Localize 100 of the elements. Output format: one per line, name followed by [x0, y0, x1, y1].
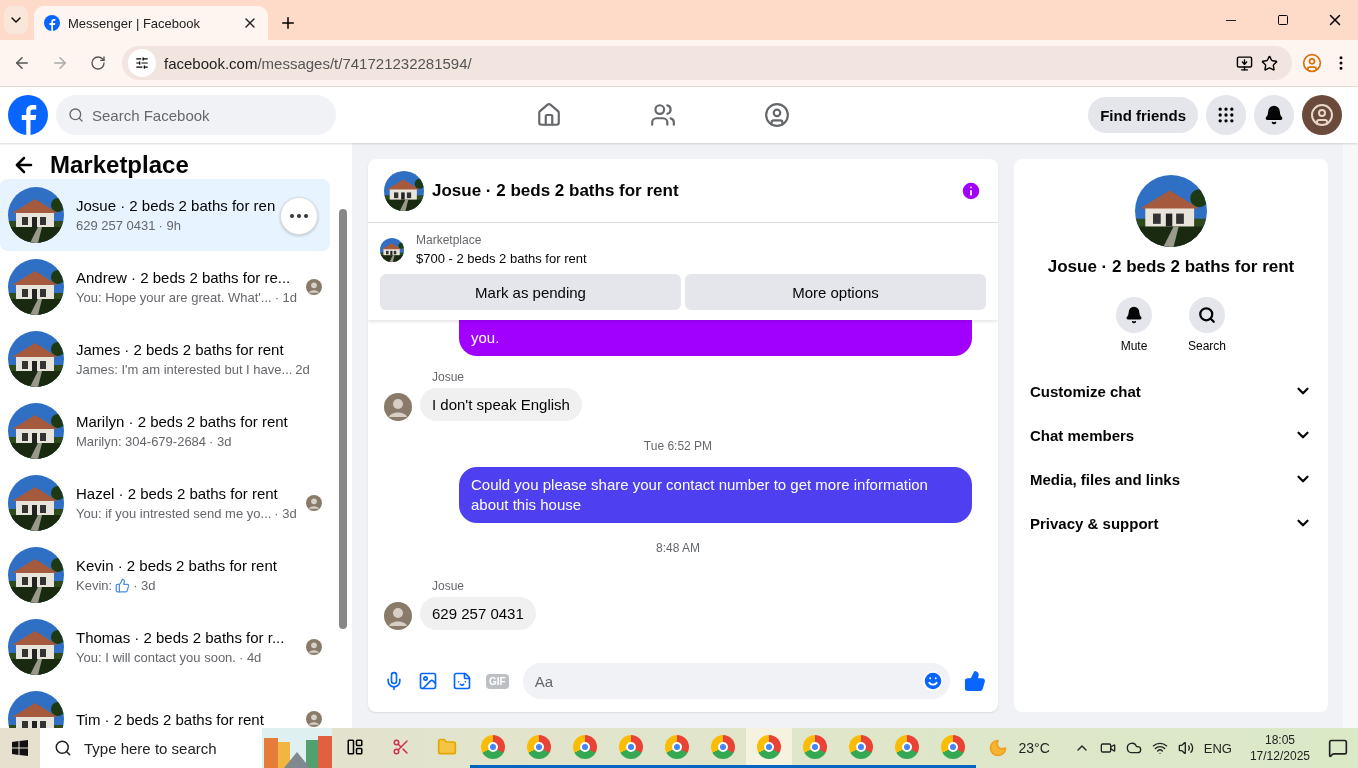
action-label: Mute	[1120, 339, 1148, 353]
details-title: Josue · 2 beds 2 baths for rent	[1047, 257, 1295, 277]
notifications-button[interactable]	[1254, 95, 1294, 135]
message-field[interactable]: Aa	[522, 663, 950, 699]
menu-button[interactable]	[1206, 95, 1246, 135]
message-time: · 9h	[158, 218, 181, 233]
folder-icon	[437, 736, 457, 757]
avatar-icon	[384, 602, 412, 630]
message-time: 2d	[295, 362, 310, 377]
like-icon[interactable]	[964, 670, 986, 692]
sender-name: Josue	[432, 579, 466, 593]
conversation-name: James · 2 beds 2 baths for rent	[76, 341, 285, 358]
taskbar-search-field[interactable]: Type here to search	[40, 728, 332, 768]
reload-icon	[90, 55, 106, 71]
facebook-logo[interactable]	[8, 95, 48, 135]
browser-icon	[941, 734, 965, 759]
message-preview: Marilyn: 304-679-2684	[76, 434, 207, 449]
message-preview: Kevin:	[76, 578, 113, 593]
listing-action-button[interactable]: More options	[685, 274, 986, 310]
facebook-icon	[44, 15, 60, 31]
wifi-icon[interactable]	[1151, 740, 1168, 756]
sent-message: you.	[459, 320, 972, 356]
browser-icon	[757, 734, 781, 759]
timestamp: 8:48 AM	[656, 541, 700, 555]
details-section[interactable]: Media, files and links	[1030, 457, 1312, 501]
more-button[interactable]	[280, 197, 318, 235]
details-section[interactable]: Customize chat	[1030, 369, 1312, 413]
message-preview: You: Hope your are great. What'...	[76, 290, 272, 305]
message-time: · 3d	[274, 506, 297, 521]
conversation-item[interactable]: Hazel · 2 beds 2 baths for rent You: if you intrested send me yo... · 3d	[0, 467, 330, 539]
volume-icon[interactable]	[1177, 740, 1194, 756]
timestamp: Tue 6:52 PM	[643, 439, 713, 453]
conversation-item[interactable]: Kevin · 2 beds 2 baths for rent Kevin: · 3d	[0, 539, 330, 611]
photo-icon[interactable]	[418, 671, 438, 691]
tab-title: Messenger | Facebook	[68, 15, 201, 31]
listing-title: $700 - 2 beds 2 baths for rent	[416, 251, 587, 266]
sent-message: Could you please share your contact number to get more information about this house	[459, 467, 972, 523]
action-label: Search	[1188, 339, 1226, 353]
mute-button[interactable]	[1116, 297, 1152, 333]
search-icon	[54, 739, 72, 757]
browser-tab[interactable]: Messenger | Facebook	[34, 6, 268, 40]
friends-icon[interactable]	[650, 102, 676, 128]
browser-icon	[527, 734, 551, 759]
microphone-icon[interactable]	[384, 671, 404, 691]
received-message: 629 257 0431	[420, 597, 536, 630]
find-friends-button[interactable]: Find friends	[1088, 97, 1198, 133]
browser-icon	[895, 734, 919, 759]
message-preview: 629 257 0431	[76, 218, 156, 233]
back-icon	[13, 54, 31, 72]
info-icon[interactable]	[960, 179, 982, 202]
conversation-item[interactable]: Josue · 2 beds 2 baths for ren 629 257 0431 · 9h	[0, 179, 330, 251]
listing-action-button[interactable]: Mark as pending	[380, 274, 681, 310]
conversation-name: Marilyn · 2 beds 2 baths for rent	[76, 413, 289, 430]
details-section[interactable]: Privacy & support	[1030, 501, 1312, 545]
bookmark-star-icon[interactable]	[1261, 54, 1278, 72]
message-preview: You: if you intrested send me yo...	[76, 506, 272, 521]
groups-icon[interactable]	[764, 102, 790, 128]
camera-icon[interactable]	[1099, 740, 1116, 756]
temperature: 23°C	[1018, 740, 1050, 756]
profile-icon[interactable]	[1302, 53, 1322, 73]
details-section[interactable]: Chat members	[1030, 413, 1312, 457]
conversation-name: Josue · 2 beds 2 baths for ren	[76, 197, 277, 214]
cloud-icon[interactable]	[1125, 740, 1142, 756]
conversation-name: Andrew · 2 beds 2 baths for re...	[76, 269, 292, 286]
search-field[interactable]: Search Facebook	[56, 95, 336, 135]
message-time: · 4d	[238, 650, 262, 665]
scrollbar-thumb[interactable]	[339, 209, 347, 629]
search-button[interactable]	[1189, 297, 1225, 333]
notifications-icon[interactable]	[1328, 738, 1348, 758]
minimize-icon	[1226, 19, 1236, 21]
browser-icon	[619, 734, 643, 759]
emoji-icon[interactable]	[922, 670, 944, 692]
maximize-icon	[1277, 14, 1289, 26]
account-button[interactable]	[1302, 95, 1342, 135]
browser-taskbar-button[interactable]	[746, 728, 792, 768]
listing-label: Marketplace	[416, 233, 483, 247]
browser-icon	[573, 734, 597, 759]
conversation-item[interactable]: Thomas · 2 beds 2 baths for r... You: I will contact you soon. · 4d	[0, 611, 330, 683]
forward-icon	[51, 54, 69, 72]
conversation-name: Hazel · 2 beds 2 baths for rent	[76, 485, 279, 502]
conversation-item[interactable]: Marilyn · 2 beds 2 baths for rent Marilyn: 304-679-2684 · 3d	[0, 395, 330, 467]
received-message: I don't speak English	[420, 388, 582, 421]
chat-title: Josue · 2 beds 2 baths for rent	[432, 180, 680, 201]
tab-list-button[interactable]	[4, 6, 28, 34]
home-icon[interactable]	[536, 102, 562, 128]
site-settings-button[interactable]	[128, 49, 156, 77]
conversation-item[interactable]: Andrew · 2 beds 2 baths for re... You: Hope your are great. What'... · 1d	[0, 251, 330, 323]
browser-icon	[803, 734, 827, 759]
more-icon	[290, 214, 308, 218]
conversation-item[interactable]: James · 2 beds 2 baths for rent James: I'm am interested but I have... 2d	[0, 323, 330, 395]
install-icon[interactable]	[1236, 54, 1253, 72]
weather-icon	[988, 738, 1009, 758]
sidebar-title: Marketplace	[50, 151, 189, 179]
message-time: · 3d	[209, 434, 232, 449]
address-bar[interactable]: facebook.com/messages/t/741721232281594/	[122, 46, 1292, 80]
sticker-icon[interactable]	[452, 671, 472, 691]
message-preview: James: I'm am interested but I have...	[76, 362, 293, 377]
search-icon	[68, 107, 84, 123]
grid-icon	[1216, 105, 1236, 125]
language-indicator[interactable]: ENG	[1203, 740, 1232, 756]
